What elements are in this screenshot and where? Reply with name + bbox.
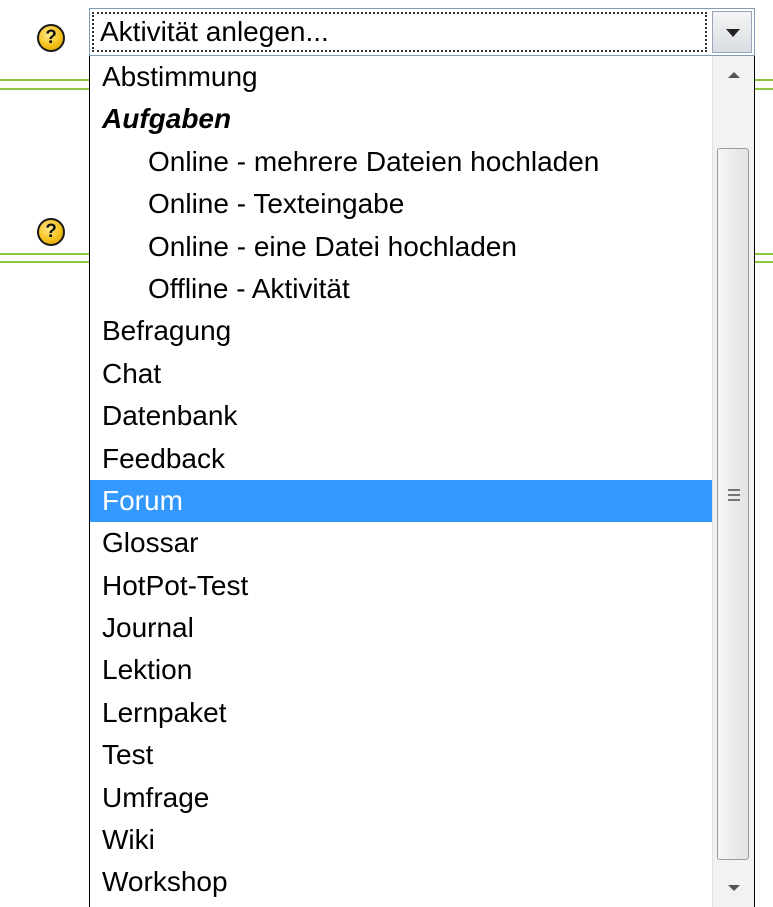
scroll-thumb[interactable] <box>717 148 749 860</box>
dropdown-option[interactable]: Abstimmung <box>90 56 713 98</box>
dropdown-option[interactable]: Forum <box>90 479 713 523</box>
divider-line <box>0 79 95 81</box>
scroll-up-button[interactable] <box>713 56 754 96</box>
dropdown-option[interactable]: Glossar <box>90 522 713 564</box>
divider-line <box>755 253 773 255</box>
scroll-up-arrow-icon <box>728 72 740 78</box>
dropdown-option[interactable]: Online - mehrere Dateien hochladen <box>90 141 713 183</box>
dropdown-option[interactable]: Online - eine Datei hochladen <box>90 226 713 268</box>
help-icon[interactable]: ? <box>37 218 65 246</box>
dropdown-option[interactable]: Umfrage <box>90 777 713 819</box>
divider-line <box>755 79 773 81</box>
dropdown-option[interactable]: Online - Texteingabe <box>90 183 713 225</box>
activity-select-value[interactable]: Aktivität anlegen... <box>92 12 707 52</box>
dropdown-option[interactable]: Offline - Aktivität <box>90 268 713 310</box>
activity-picker-page: ? ? Aktivität anlegen... Abstimmung Aufga… <box>0 0 773 907</box>
activity-select[interactable]: Aktivität anlegen... <box>89 8 755 56</box>
activity-dropdown-list[interactable]: Abstimmung Aufgaben Online - mehrere Datei… <box>89 56 755 907</box>
dropdown-option[interactable]: Test <box>90 734 713 776</box>
scroll-down-button[interactable] <box>713 867 754 907</box>
divider-line <box>755 261 773 263</box>
dropdown-option[interactable]: Befragung <box>90 310 713 352</box>
dropdown-option[interactable]: Chat <box>90 353 713 395</box>
dropdown-option[interactable]: Lernpaket <box>90 692 713 734</box>
divider-line <box>0 261 95 263</box>
option-list: Abstimmung Aufgaben Online - mehrere Datei… <box>90 56 713 907</box>
dropdown-option[interactable]: Journal <box>90 607 713 649</box>
dropdown-option[interactable]: HotPot-Test <box>90 565 713 607</box>
chevron-down-icon <box>726 29 740 37</box>
grip-line <box>728 489 740 491</box>
dropdown-option[interactable]: Datenbank <box>90 395 713 437</box>
grip-line <box>728 494 740 496</box>
divider-line <box>755 88 773 90</box>
dropdown-option[interactable]: Feedback <box>90 438 713 480</box>
dropdown-toggle-button[interactable] <box>712 11 752 53</box>
grip-line <box>728 499 740 501</box>
dropdown-option[interactable]: Lektion <box>90 649 713 691</box>
dropdown-option[interactable]: Wiki <box>90 819 713 861</box>
dropdown-scrollbar[interactable] <box>712 56 754 907</box>
option-group-header: Aufgaben <box>102 103 232 135</box>
divider-line <box>0 88 95 90</box>
dropdown-option[interactable]: Workshop <box>90 861 713 903</box>
help-icon[interactable]: ? <box>37 24 65 52</box>
scroll-down-arrow-icon <box>728 885 740 891</box>
divider-line <box>0 253 95 255</box>
